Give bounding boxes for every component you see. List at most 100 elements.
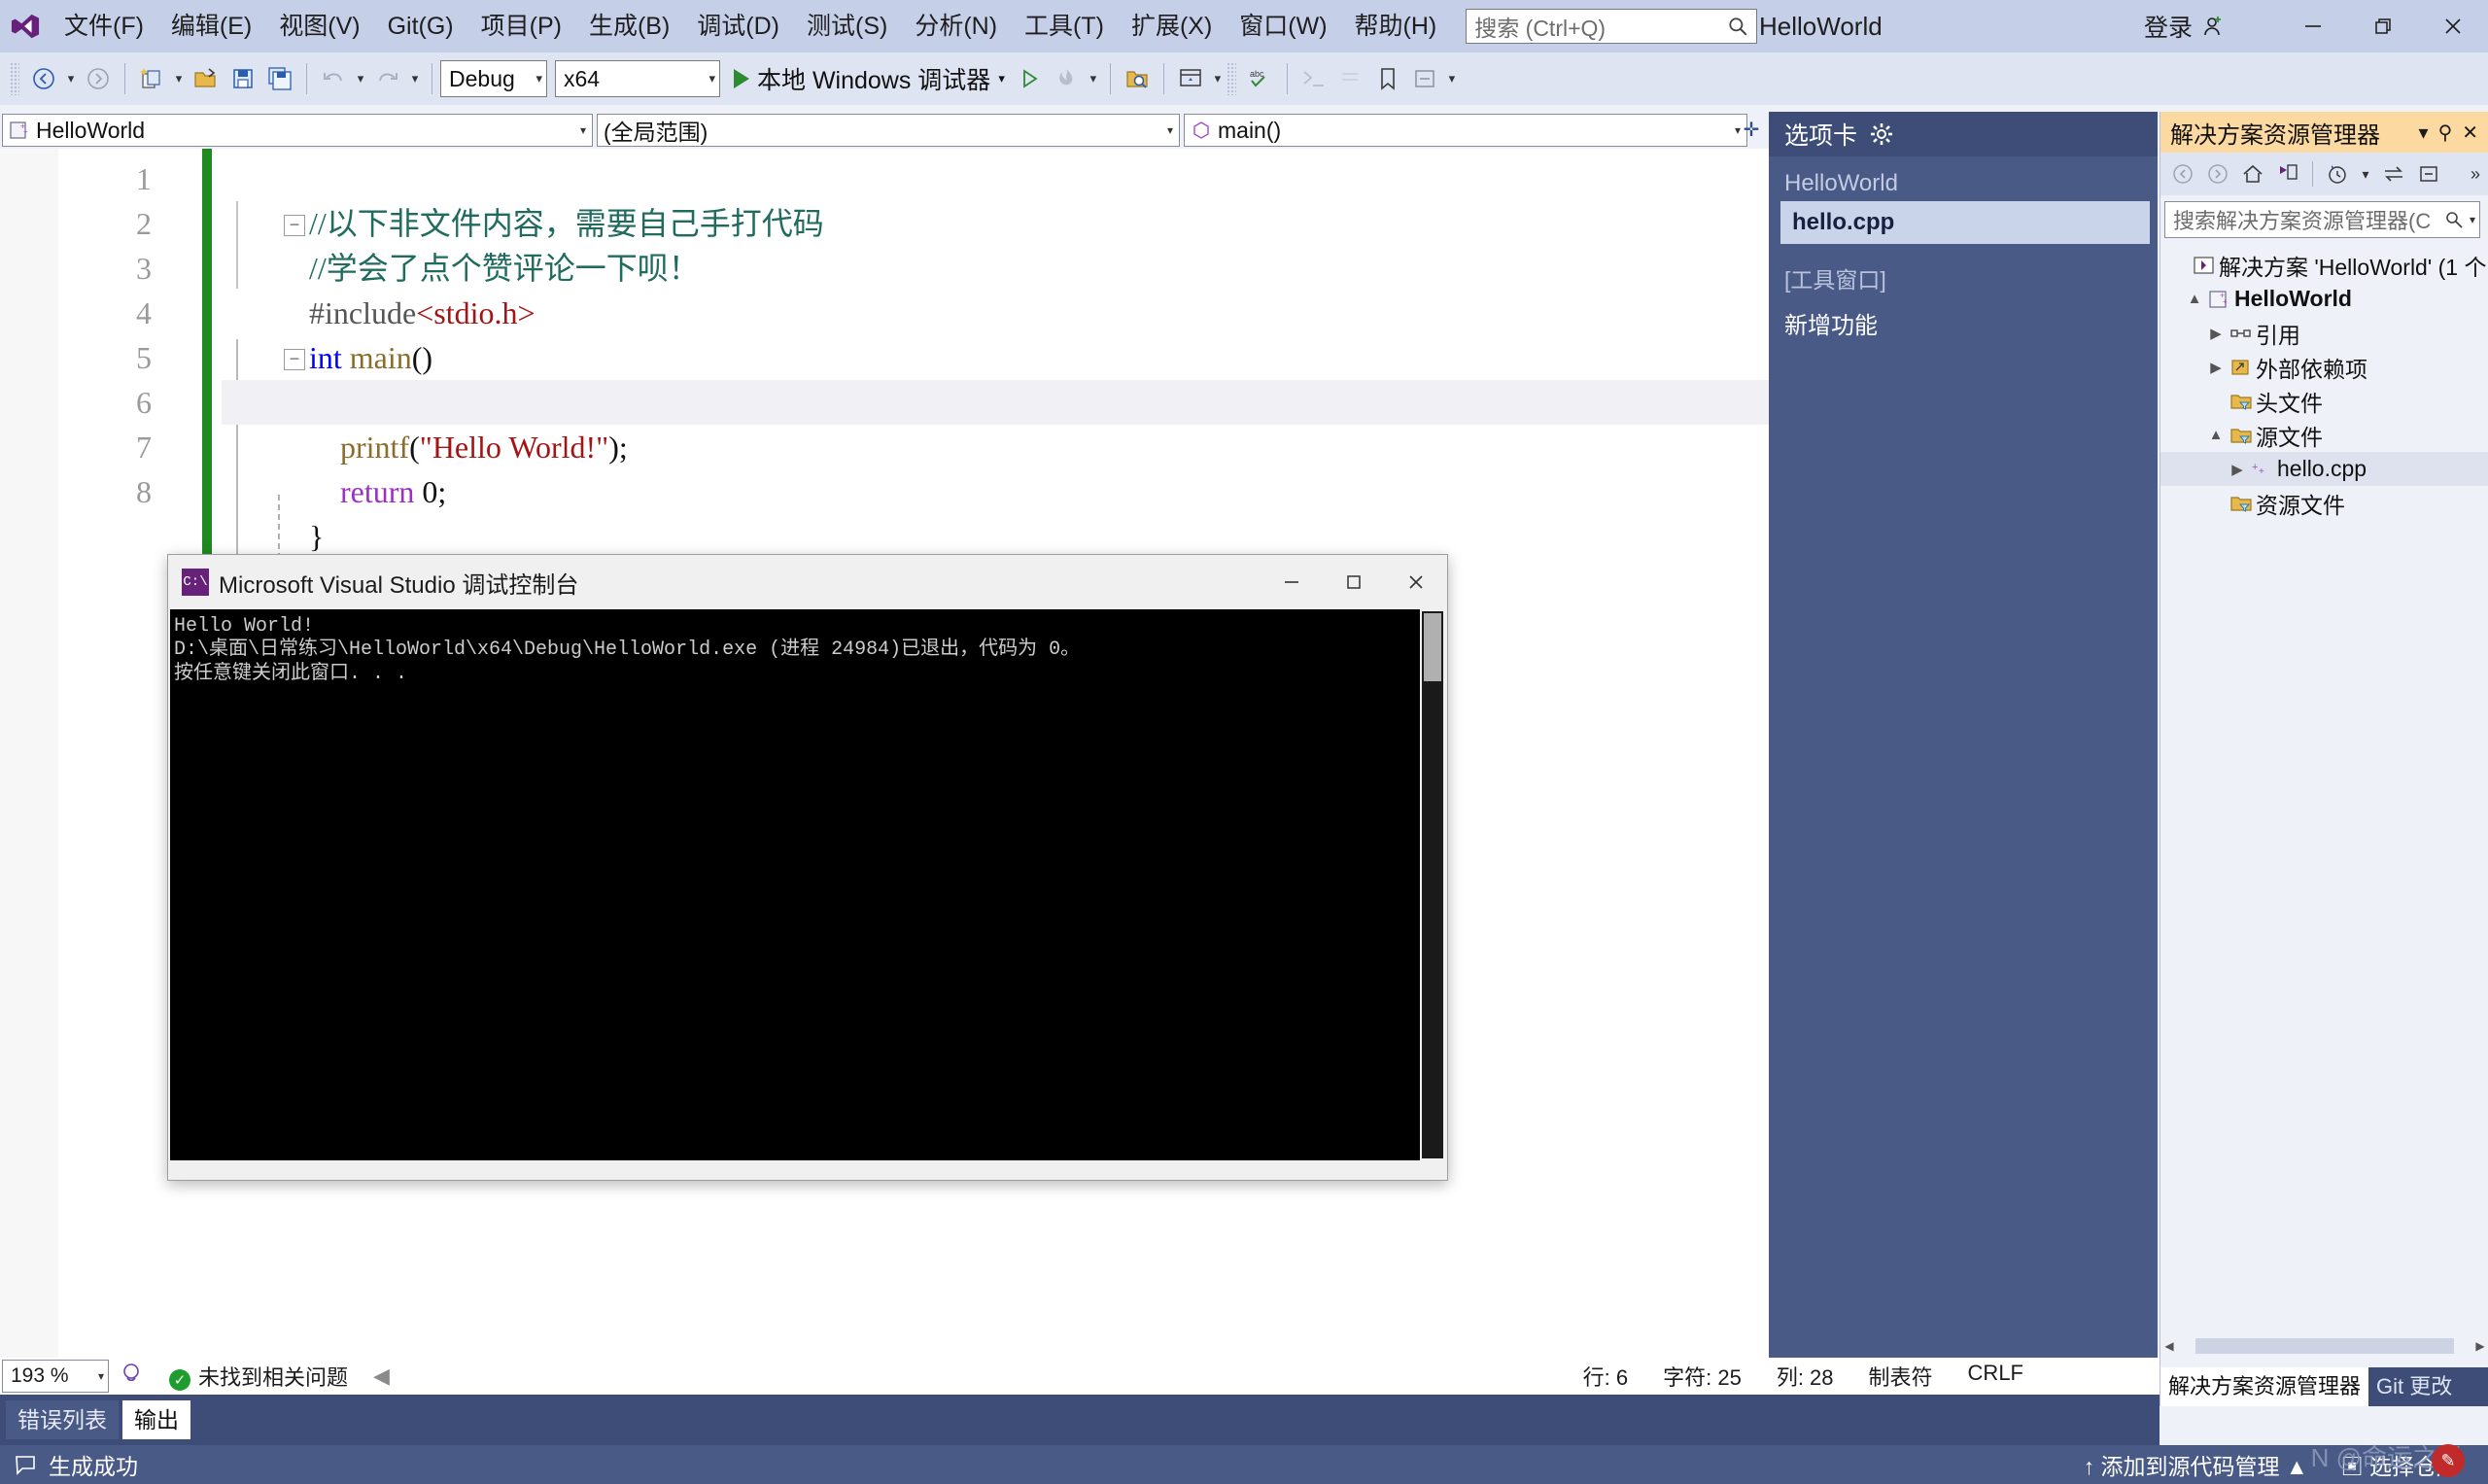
se-pending-changes-icon[interactable]	[2321, 156, 2354, 191]
close-button[interactable]	[2418, 0, 2488, 52]
sign-in-button[interactable]: 登录	[2144, 0, 2226, 52]
menu-help[interactable]: 帮助(H)	[1341, 0, 1451, 52]
menu-build[interactable]: 生成(B)	[575, 0, 683, 52]
hot-reload-dropdown-icon[interactable]: ▾	[1085, 59, 1102, 98]
restore-button[interactable]	[2348, 0, 2418, 52]
issues-nav-prev-icon[interactable]: ◀	[373, 1363, 390, 1389]
toggle-outlining-icon[interactable]	[1406, 59, 1443, 98]
menu-edit[interactable]: 编辑(E)	[157, 0, 265, 52]
navbar-pin-icon[interactable]: ✛	[1738, 116, 1765, 143]
start-debugging-dropdown-icon[interactable]: ▾	[998, 71, 1005, 86]
menu-git[interactable]: Git(G)	[374, 0, 467, 52]
console-vertical-scrollbar[interactable]	[1422, 611, 1443, 1158]
navigate-back-icon[interactable]	[25, 59, 62, 98]
new-project-icon[interactable]	[133, 59, 170, 98]
console-scrollbar-thumb[interactable]	[1424, 613, 1441, 681]
tree-row-hello-cpp[interactable]: ▶ + + hello.cpp	[2160, 452, 2488, 486]
solution-tree[interactable]: 解决方案 'HelloWorld' (1 个 ▲ + + HelloWorld ▶…	[2160, 242, 2488, 520]
solution-explorer-horizontal-scrollbar[interactable]: ◀ ▶	[2160, 1336, 2488, 1356]
se-hscroll-thumb[interactable]	[2195, 1338, 2454, 1354]
se-forward-icon[interactable]	[2201, 156, 2234, 191]
tree-twisty[interactable]: ▶	[2205, 325, 2227, 342]
start-without-debugging-icon[interactable]	[1011, 59, 1048, 98]
toolbar-overflow-icon[interactable]: ▾	[1443, 59, 1461, 98]
toolbar-grip-2[interactable]	[1226, 62, 1236, 95]
tree-row-header-files[interactable]: 头文件	[2160, 384, 2488, 418]
tab-git-changes[interactable]: Git 更改	[2368, 1367, 2460, 1406]
redo-dropdown-icon[interactable]: ▾	[406, 59, 424, 98]
tree-row-solution[interactable]: 解决方案 'HelloWorld' (1 个	[2160, 248, 2488, 282]
code-line-2[interactable]: //学会了点个赞评论一下呗！	[222, 201, 1769, 286]
solution-explorer-search-input[interactable]: 搜索解决方案资源管理器(C ▾	[2164, 201, 2480, 238]
menu-file[interactable]: 文件(F)	[51, 0, 157, 52]
start-debugging-button[interactable]: 本地 Windows 调试器 ▾	[728, 57, 1011, 100]
se-back-icon[interactable]	[2166, 156, 2199, 191]
redo-icon[interactable]	[369, 59, 406, 98]
uncomment-selection-icon[interactable]	[1332, 59, 1369, 98]
se-sync-icon[interactable]	[2377, 156, 2410, 191]
undo-icon[interactable]	[315, 59, 352, 98]
open-file-icon[interactable]	[188, 59, 225, 98]
tree-twisty-expanded[interactable]: ▲	[2184, 291, 2205, 307]
code-line-4[interactable]: − int main()	[222, 291, 1769, 375]
menu-analyze[interactable]: 分析(N)	[901, 0, 1011, 52]
minimize-button[interactable]	[2278, 0, 2348, 52]
save-icon[interactable]	[225, 59, 261, 98]
menu-project[interactable]: 项目(P)	[467, 0, 575, 52]
console-maximize-button[interactable]	[1323, 555, 1385, 609]
quick-search-input[interactable]: 搜索 (Ctrl+Q)	[1466, 9, 1758, 44]
intellisense-icon[interactable]	[119, 1361, 144, 1392]
tab-error-list[interactable]: 错误列表	[6, 1400, 119, 1439]
tree-twisty-expanded-2[interactable]: ▲	[2205, 427, 2227, 443]
console-close-button[interactable]	[1385, 555, 1447, 609]
tree-row-external-dependencies[interactable]: ▶ 外部依赖项	[2160, 350, 2488, 384]
search-in-files-icon[interactable]	[1119, 59, 1156, 98]
tab-item-hello-cpp[interactable]: hello.cpp	[1780, 201, 2150, 244]
scroll-right-icon[interactable]: ▶	[2471, 1339, 2488, 1353]
spell-check-icon[interactable]: abc	[1242, 59, 1279, 98]
pin-icon[interactable]: ⚲	[2438, 121, 2453, 145]
code-text-area[interactable]: −//以下非文件内容，需要自己手打代码 //学会了点个赞评论一下呗！ #incl…	[222, 156, 1769, 554]
menu-extensions[interactable]: 扩展(X)	[1118, 0, 1226, 52]
se-home-icon[interactable]	[2236, 156, 2269, 191]
comment-selection-icon[interactable]	[1296, 59, 1332, 98]
window-layout-dropdown-icon[interactable]: ▾	[1209, 59, 1227, 98]
menu-window[interactable]: 窗口(W)	[1226, 0, 1340, 52]
code-line-5[interactable]: {	[222, 335, 1769, 420]
scope-selector-combo[interactable]: (全局范围) ▾	[597, 114, 1180, 147]
solution-configuration-combo[interactable]: Debug ▾	[440, 60, 547, 97]
menu-test[interactable]: 测试(S)	[793, 0, 901, 52]
console-minimize-button[interactable]	[1261, 555, 1323, 609]
se-toolbar-overflow-icon[interactable]: »	[2471, 164, 2488, 185]
code-line-7[interactable]: return 0;	[222, 425, 1769, 509]
navigate-back-dropdown-icon[interactable]: ▾	[62, 59, 80, 98]
tree-row-project[interactable]: ▲ + + HelloWorld	[2160, 282, 2488, 316]
tree-row-resource-files[interactable]: 资源文件	[2160, 486, 2488, 520]
hot-reload-icon[interactable]	[1048, 59, 1085, 98]
tab-solution-explorer[interactable]: 解决方案资源管理器	[2160, 1367, 2369, 1406]
zoom-level-combo[interactable]: 193 % ▾	[2, 1360, 109, 1393]
issues-status[interactable]: ✓ 未找到相关问题	[169, 1361, 348, 1392]
code-line-3[interactable]: #include<stdio.h>	[222, 246, 1769, 330]
se-pending-dropdown-icon[interactable]: ▾	[2356, 156, 2375, 191]
tool-window-whats-new[interactable]: 新增功能	[1769, 298, 2158, 348]
new-project-dropdown-icon[interactable]: ▾	[170, 59, 188, 98]
navigate-forward-icon[interactable]	[80, 59, 117, 98]
project-selector-combo[interactable]: + + HelloWorld ▾	[2, 114, 593, 147]
tree-row-source-files[interactable]: ▲ 源文件	[2160, 418, 2488, 452]
panel-close-icon[interactable]: ✕	[2462, 121, 2478, 145]
bookmark-icon[interactable]	[1369, 59, 1406, 98]
tree-twisty[interactable]: ▶	[2205, 359, 2227, 376]
gear-icon[interactable]	[1869, 121, 1894, 147]
se-switch-views-icon[interactable]	[2271, 156, 2304, 191]
toolbar-grip[interactable]	[10, 62, 19, 95]
debug-console-window[interactable]: C:\ Microsoft Visual Studio 调试控制台 Hello …	[167, 554, 1448, 1181]
menu-tools[interactable]: 工具(T)	[1011, 0, 1118, 52]
undo-dropdown-icon[interactable]: ▾	[352, 59, 369, 98]
code-line-1[interactable]: −//以下非文件内容，需要自己手打代码	[222, 156, 1769, 241]
scroll-left-icon[interactable]: ◀	[2160, 1339, 2178, 1353]
code-line-8[interactable]: }	[222, 469, 1769, 554]
code-line-6[interactable]: printf("Hello World!");	[222, 380, 1769, 465]
window-layout-icon[interactable]	[1172, 59, 1209, 98]
save-all-icon[interactable]	[261, 59, 298, 98]
